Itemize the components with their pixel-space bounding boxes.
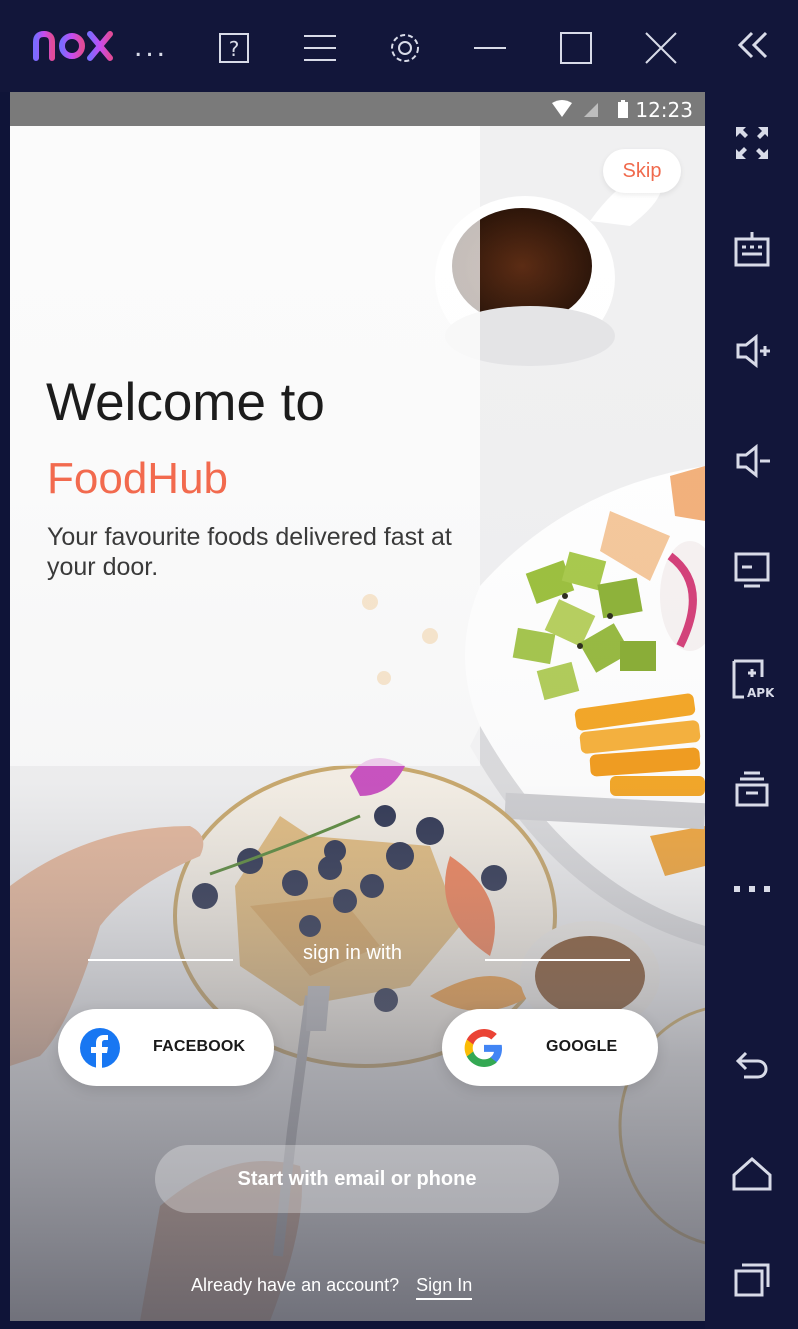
emulator-title-bar: ... ? xyxy=(0,0,705,92)
recent-apps-icon[interactable] xyxy=(729,1256,775,1302)
divider-right xyxy=(485,959,630,961)
keyboard-icon[interactable] xyxy=(729,226,775,272)
svg-text:?: ? xyxy=(229,37,240,61)
back-icon[interactable] xyxy=(729,1042,775,1088)
collapse-icon[interactable] xyxy=(729,22,775,68)
brand-name: FoodHub xyxy=(47,454,229,503)
screen-icon[interactable] xyxy=(729,546,775,592)
google-icon xyxy=(464,1028,504,1068)
sign-in-with-label: sign in with xyxy=(303,942,402,964)
account-prompt-row: Already have an account? Sign In xyxy=(191,1275,473,1300)
facebook-label: FACEBOOK xyxy=(153,1038,246,1055)
google-button[interactable]: GOOGLE xyxy=(442,1009,658,1086)
facebook-button[interactable]: FACEBOOK xyxy=(58,1009,274,1086)
multi-instance-icon[interactable] xyxy=(729,766,775,812)
account-prompt: Already have an account? xyxy=(191,1275,400,1295)
home-icon[interactable] xyxy=(729,1150,775,1196)
skip-button[interactable]: Skip xyxy=(603,149,681,193)
maximize-icon[interactable] xyxy=(556,28,596,68)
fullscreen-icon[interactable] xyxy=(729,120,775,166)
google-label: GOOGLE xyxy=(546,1038,618,1055)
more-icon[interactable] xyxy=(729,866,775,912)
start-with-email-button[interactable]: Start with email or phone xyxy=(155,1145,559,1213)
install-apk-icon[interactable]: APK xyxy=(729,656,775,702)
welcome-title: Welcome to xyxy=(46,373,325,432)
volume-down-icon[interactable] xyxy=(729,438,775,484)
facebook-icon xyxy=(80,1028,120,1068)
status-bar: 12:23 xyxy=(10,92,705,126)
close-icon[interactable] xyxy=(641,28,681,68)
svg-text:APK: APK xyxy=(747,686,774,700)
emulator-sidebar: APK xyxy=(705,0,798,1329)
divider-left xyxy=(88,959,233,961)
help-icon[interactable]: ? xyxy=(214,28,254,68)
tagline: Your favourite foods delivered fast at y… xyxy=(47,523,452,581)
sign-in-link[interactable]: Sign In xyxy=(416,1275,473,1300)
nox-logo xyxy=(32,28,114,69)
menu-dots[interactable]: ... xyxy=(134,30,168,64)
menu-icon[interactable] xyxy=(300,28,340,68)
volume-up-icon[interactable] xyxy=(729,328,775,374)
status-time: 12:23 xyxy=(635,98,693,122)
food-background-image xyxy=(10,126,705,1321)
settings-icon[interactable] xyxy=(385,28,425,68)
android-screen: 12:23 Skip Welcome to FoodHub Your favou… xyxy=(10,92,705,1321)
minimize-icon[interactable] xyxy=(470,28,510,68)
